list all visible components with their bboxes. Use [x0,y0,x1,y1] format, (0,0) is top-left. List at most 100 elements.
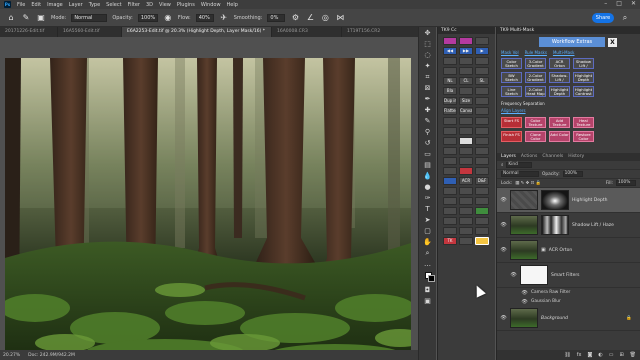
mm-effect-button[interactable]: Clone Color [525,131,546,142]
clone-stamp-icon[interactable]: ⚲ [422,127,434,137]
workflow-extras-button[interactable]: Workflow Extras [539,37,605,47]
mm-effect-button[interactable]: Restore Color [573,131,594,142]
mm-effect-button[interactable]: Highlight Depth [573,72,594,83]
more-icon[interactable]: … [422,259,434,269]
menu-window[interactable]: Window [201,2,221,8]
pressure-opacity-icon[interactable]: ◉ [163,13,173,23]
tk9-cc-button[interactable] [443,157,457,165]
dodge-icon[interactable]: ● [422,182,434,192]
type-icon[interactable]: T [422,204,434,214]
eyedropper-icon[interactable]: ✒ [422,94,434,104]
tk9-cc-button[interactable] [459,57,473,65]
mm-effect-button[interactable]: Color Sketch [501,58,522,69]
tk9-cc-button[interactable] [475,57,489,65]
menu-file[interactable]: File [17,2,25,8]
search-icon[interactable]: ⌕ [620,13,630,23]
crop-icon[interactable]: ⌗ [422,72,434,82]
mm-effect-button[interactable]: BW Sketch [501,72,522,83]
mm-effect-button[interactable]: Heal Texture [573,117,594,128]
path-select-icon[interactable]: ➤ [422,215,434,225]
redwood-forest-photo[interactable] [5,58,411,360]
tk9-cc-button[interactable]: Size [459,97,473,105]
tk9-cc-button[interactable] [459,237,473,245]
tk9-cc-button[interactable] [475,187,489,195]
quick-mask-icon[interactable]: ◘ [422,285,434,295]
tk9-cc-button[interactable] [443,117,457,125]
tab-doc-5[interactable]: 1T19T156.CR2 [342,27,420,37]
visibility-eye-icon[interactable]: 👁 [500,197,507,203]
tk9-cc-button[interactable] [443,147,457,155]
filter-camera-raw[interactable]: 👁 Camera Raw Filter [497,288,640,297]
layer-acr-orton[interactable]: 👁 ▣ ACR Orton [497,238,640,263]
tk9-cc-button[interactable] [459,127,473,135]
visibility-eye-icon[interactable]: 👁 [500,315,507,321]
mask-vol-link[interactable]: Mask Vol [501,50,519,55]
tk9-cc-button[interactable]: Flatten [443,107,457,115]
airbrush-icon[interactable]: ✈ [219,13,229,23]
add-mask-icon[interactable]: ◙ [587,350,592,360]
new-layer-icon[interactable]: ⊞ [619,350,623,360]
tk9-cc-button[interactable] [475,237,489,245]
symmetry-icon[interactable]: ⋈ [335,13,345,23]
tk9-cc-button[interactable] [459,87,473,95]
tk9-cc-button[interactable]: TK [443,237,457,245]
menu-view[interactable]: View [159,2,171,8]
tk9-cc-button[interactable] [475,117,489,125]
mm-effect-button[interactable]: Highlight Depth [549,86,570,97]
tk9-cc-button[interactable] [475,37,489,45]
layer-smart-filters[interactable]: 👁 Smart Filters [497,263,640,288]
tk9-cc-button[interactable]: Canvas [459,107,473,115]
mm-effect-button[interactable]: 2-Color Gradient [525,72,546,83]
home-icon[interactable]: ⌂ [6,13,16,23]
tk9-cc-button[interactable] [459,157,473,165]
tk9-cc-button[interactable] [443,187,457,195]
tk9-cc-button[interactable] [475,157,489,165]
eraser-icon[interactable]: ▭ [422,149,434,159]
visibility-eye-icon[interactable]: 👁 [521,290,528,296]
tk9-cc-button[interactable]: D&F [475,177,489,185]
menu-3d[interactable]: 3D [146,2,153,8]
marquee-icon[interactable]: ⬚ [422,39,434,49]
tk9-cc-button[interactable] [459,167,473,175]
multi-mask-link[interactable]: Multi-Mask [553,50,575,55]
rectangle-icon[interactable]: ▢ [422,226,434,236]
tk9-cc-button[interactable] [475,127,489,135]
tk9-cc-button[interactable] [475,67,489,75]
tk9-cc-button[interactable] [443,167,457,175]
mm-effect-button[interactable]: 2-Color Heat Map [525,86,546,97]
rule-masks-link[interactable]: Rule Masks [525,50,547,55]
tab-history[interactable]: History [568,153,584,161]
flow-field[interactable]: 40% [195,13,214,22]
screen-mode-icon[interactable]: ▣ [422,296,434,306]
tk9-cc-button[interactable] [475,107,489,115]
frame-icon[interactable]: ⊠ [422,83,434,93]
visibility-eye-icon[interactable]: 👁 [510,272,517,278]
tk9-cc-button[interactable]: NL [443,77,457,85]
tk9-cc-button[interactable] [459,147,473,155]
fill-field[interactable]: 100% [616,180,636,186]
zoom-icon[interactable]: ⌕ [422,248,434,258]
tk9-cc-button[interactable] [459,117,473,125]
blend-mode-select[interactable]: Normal [501,171,539,177]
mm-effect-button[interactable]: Add Texture [549,117,570,128]
visibility-eye-icon[interactable]: 👁 [521,299,528,305]
tab-doc-active[interactable]: E6A2253-Edit.tif @ 20.3% (Highlight Dept… [122,27,272,37]
color-swatches[interactable] [422,270,435,284]
tab-channels[interactable]: Channels [542,153,563,161]
tk9-cc-button[interactable] [475,97,489,105]
tk9-cc-button[interactable] [443,177,457,185]
tab-layers[interactable]: Layers [501,153,516,161]
tk9-cc-button[interactable] [475,87,489,95]
trash-icon[interactable]: 🗑 [630,350,636,360]
tk9-cc-button[interactable] [443,227,457,235]
tk9-cc-button[interactable] [443,37,457,45]
quick-select-icon[interactable]: ✦ [422,61,434,71]
mm-effect-button[interactable]: Add Color [549,131,570,142]
gear-icon[interactable]: ⚙ [290,13,300,23]
tab-doc-2[interactable]: 16A5560-Edit.tif [58,27,122,37]
tk9-cc-button[interactable]: ▶ [475,47,489,55]
canvas-area[interactable] [0,37,418,360]
tk9-cc-button[interactable] [475,197,489,205]
menu-edit[interactable]: Edit [31,2,41,8]
menu-help[interactable]: Help [227,2,238,8]
